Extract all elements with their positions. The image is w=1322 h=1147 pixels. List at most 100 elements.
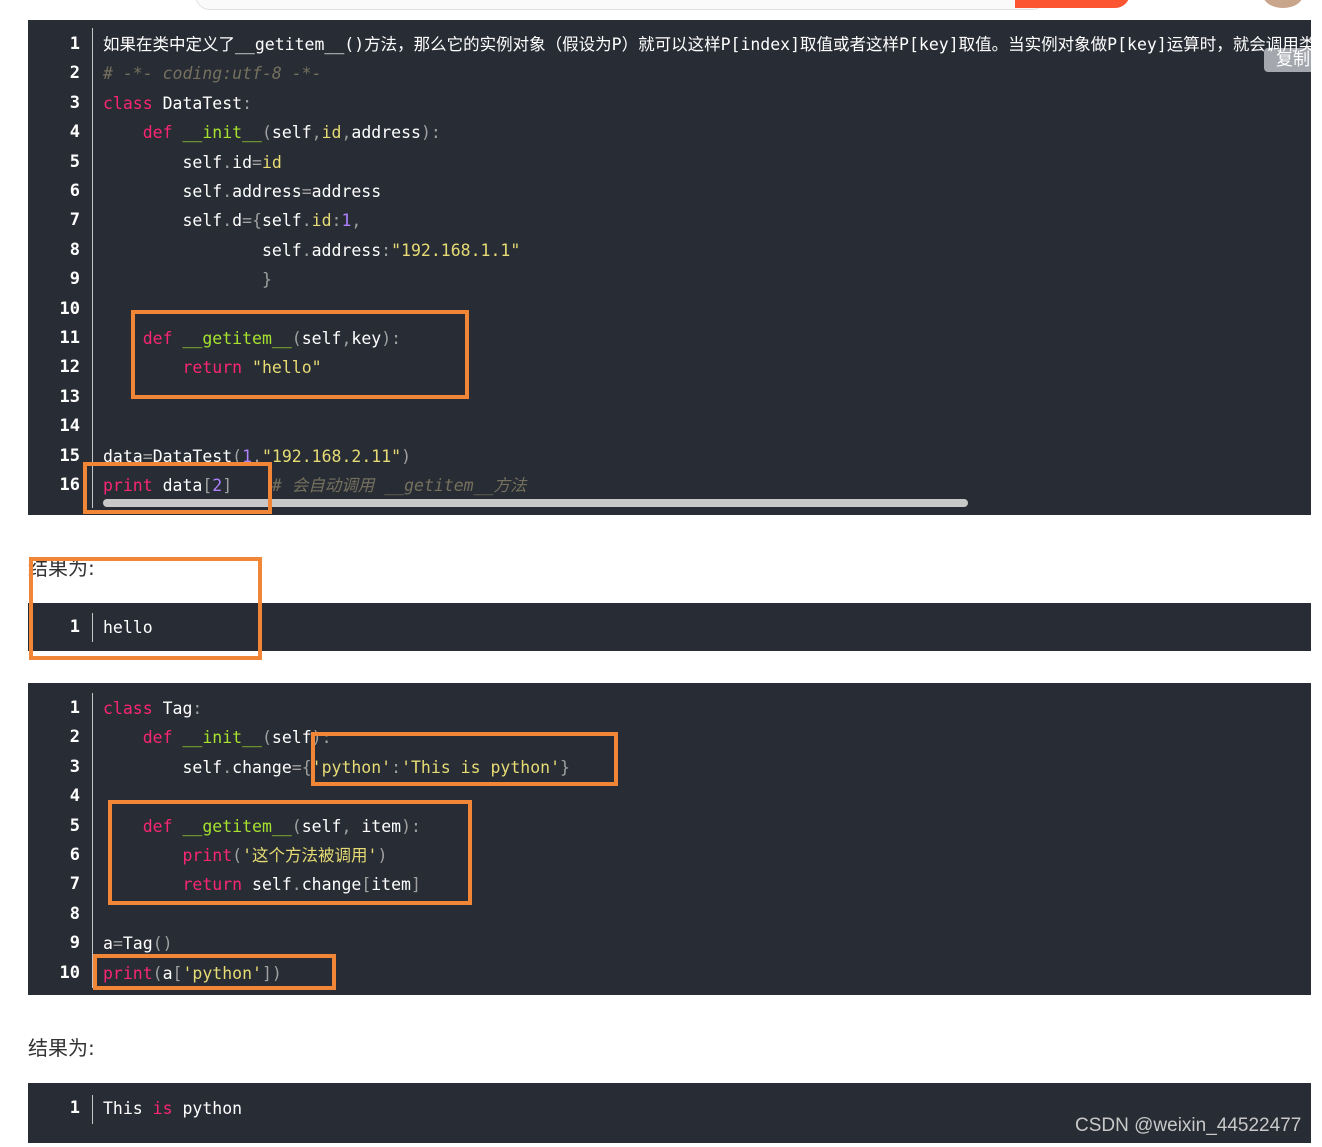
code-token: self [103, 211, 223, 231]
code-line: 1 class Tag: [28, 694, 1311, 723]
line-number: 2 [69, 727, 80, 748]
code-line: 9 } [28, 265, 1311, 294]
code-text: } [103, 265, 272, 294]
code-token: change [232, 757, 292, 777]
line-number: 1 [69, 34, 80, 54]
code-line: 1 如果在类中定义了__getitem__()方法，那么它的实例对象（假设为P）就… [28, 30, 1311, 59]
line-number: 10 [59, 962, 80, 983]
code-token: : [381, 240, 392, 260]
top-navigation-bar [0, 0, 1322, 20]
code-line: 3 self.change={'python':'This is python'… [28, 753, 1311, 782]
code-line: 2 # -*- coding:utf-8 -*- [28, 59, 1311, 88]
code-line: 3 class DataTest: [28, 89, 1311, 118]
code-token: . [222, 757, 233, 777]
code-token: ): [420, 123, 441, 143]
code-token: a [103, 934, 113, 954]
line-number: 5 [69, 815, 80, 836]
result-label: 结果为: [28, 1036, 95, 1060]
line-number: 2 [69, 63, 80, 84]
code-token: . [222, 211, 233, 231]
code-token: self [103, 152, 223, 172]
code-text: class Tag: [103, 694, 202, 723]
code-token: def [142, 123, 173, 143]
avatar[interactable] [1263, 0, 1303, 8]
line-number: 10 [59, 298, 80, 319]
line-number: 5 [69, 151, 80, 172]
code-token: , [341, 123, 352, 143]
code-text: self.address=address [103, 177, 381, 206]
line-number: 12 [59, 357, 80, 378]
line-number: 8 [69, 903, 80, 924]
code-token: address [351, 123, 421, 143]
code-token: . [222, 182, 233, 201]
code-token: = [291, 757, 302, 777]
highlight-box-getitem-def-2 [108, 800, 472, 905]
code-token: address [311, 240, 382, 260]
code-text: def __init__(self): [103, 723, 332, 752]
code-token: ={ [242, 211, 262, 231]
line-number: 6 [69, 181, 80, 201]
code-token: DataTest [152, 93, 243, 113]
line-number: 11 [59, 328, 80, 348]
code-token: self [103, 240, 302, 260]
code-token: id [321, 123, 342, 143]
watermark-text: CSDN @weixin_44522477 [1075, 1115, 1302, 1136]
code-text: This is python [103, 1094, 242, 1123]
code-text: class DataTest: [103, 89, 252, 118]
code-token: self [261, 211, 302, 231]
code-token: ( [261, 728, 272, 748]
code-line: 2 def __init__(self): [28, 723, 1311, 752]
highlight-box-dict-literal [311, 732, 618, 786]
search-button[interactable] [1015, 0, 1130, 8]
line-number: 7 [69, 210, 80, 231]
code-token: id [311, 211, 332, 231]
code-token: self [271, 728, 312, 748]
code-token: # 会自动调用 __getitem__方法 [271, 476, 527, 495]
code-token: This [103, 1099, 153, 1118]
highlight-box-getitem-def [131, 310, 469, 399]
code-token: self [103, 182, 223, 201]
code-token: , [311, 123, 322, 143]
code-text: def __init__(self,id,address): [103, 118, 441, 147]
code-text: # -*- coding:utf-8 -*- [103, 59, 322, 88]
code-token: () [152, 934, 173, 954]
code-line: 5 self.id=id [28, 148, 1311, 177]
code-token: ) [401, 446, 411, 466]
code-token: ( [261, 123, 272, 143]
code-line: 8 self.address:"192.168.1.1" [28, 236, 1311, 265]
code-block-getitem-example: 复制 1 如果在类中定义了__getitem__()方法，那么它的实例对象（假设为… [28, 20, 1311, 515]
code-token: "192.168.2.11" [261, 446, 402, 466]
highlight-box-print-python [93, 954, 336, 990]
code-token: : [192, 699, 203, 718]
line-number: 9 [69, 933, 80, 954]
search-input[interactable] [195, 0, 1047, 10]
line-number: 4 [69, 122, 80, 143]
line-number: 3 [69, 92, 80, 113]
line-number: 1 [69, 1098, 80, 1118]
code-line: 6 self.address=address [28, 177, 1311, 206]
code-token: = [301, 182, 312, 201]
code-token: = [252, 152, 262, 172]
code-token: : [242, 93, 253, 113]
highlight-box-hello-output [29, 557, 262, 660]
code-token: address [232, 182, 302, 201]
code-text: 如果在类中定义了__getitem__()方法，那么它的实例对象（假设为P）就可… [103, 30, 1311, 59]
code-token: id [261, 152, 282, 172]
code-token: python [172, 1099, 243, 1118]
code-token: . [301, 211, 312, 231]
code-token: "192.168.1.1" [391, 240, 521, 260]
code-token: = [112, 934, 123, 954]
line-number: 8 [69, 239, 80, 260]
code-token: Tag [122, 934, 153, 954]
code-token: d [232, 211, 243, 231]
code-token: } [103, 270, 272, 290]
highlight-box-print-data [83, 462, 272, 514]
line-number: 1 [69, 698, 80, 718]
line-number: 16 [59, 475, 80, 495]
code-text: self.d={self.id:1, [103, 206, 361, 235]
code-token: 如果在类中定义了__getitem__()方法，那么它的实例对象（假设为P）就可… [103, 35, 1311, 54]
code-text: self.id=id [103, 148, 282, 177]
